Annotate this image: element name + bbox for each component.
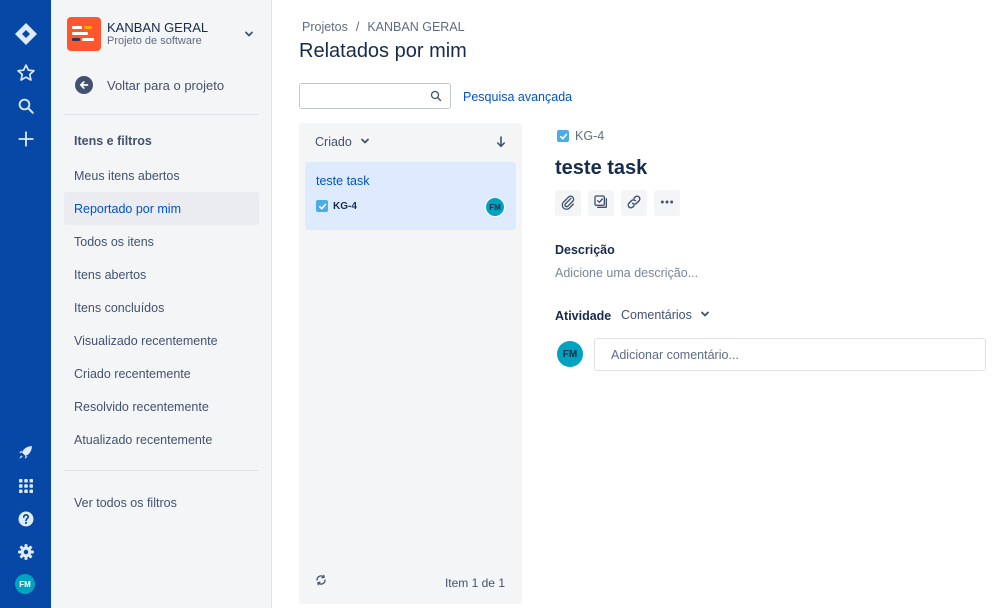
activity-filter-dropdown[interactable]: Comentários	[621, 308, 710, 322]
attach-button[interactable]	[555, 190, 581, 216]
project-sidebar: KANBAN GERAL Projeto de software Voltar …	[51, 0, 272, 608]
search-field	[299, 83, 451, 109]
sidebar-item-created-recently[interactable]: Criado recentemente	[64, 357, 259, 390]
sidebar-item-viewed-recently[interactable]: Visualizado recentemente	[64, 324, 259, 357]
section-title: Itens e filtros	[74, 134, 152, 148]
more-icon	[659, 194, 675, 213]
global-nav: FM	[0, 0, 51, 608]
sidebar-item-reported-by-me[interactable]: Reportado por mim	[64, 192, 259, 225]
view-all-filters-link[interactable]: Ver todos os filtros	[74, 496, 177, 510]
sidebar-item-my-open-issues[interactable]: Meus itens abertos	[64, 159, 259, 192]
filter-list: Meus itens abertos Reportado por mim Tod…	[64, 159, 259, 456]
sidebar-item-open-issues[interactable]: Itens abertos	[64, 258, 259, 291]
issue-list-panel: Criado teste task KG-4 FM Item 1 de 1	[299, 123, 522, 604]
chevron-down-icon	[360, 135, 370, 149]
task-type-icon	[316, 200, 328, 212]
sidebar-item-done-issues[interactable]: Itens concluídos	[64, 291, 259, 324]
issue-key: KG-4	[333, 200, 357, 212]
sort-field-dropdown[interactable]: Criado	[315, 135, 370, 149]
sort-field-label: Criado	[315, 135, 352, 149]
link-issue-button[interactable]	[621, 190, 647, 216]
project-type: Projeto de software	[107, 35, 202, 48]
list-item[interactable]: teste task KG-4 FM	[305, 162, 516, 230]
breadcrumb-item-project[interactable]: KANBAN GERAL	[367, 20, 464, 34]
attach-icon	[560, 194, 576, 213]
star-icon[interactable]	[10, 57, 41, 88]
back-label: Voltar para o projeto	[107, 77, 225, 93]
back-to-project-link[interactable]: Voltar para o projeto	[75, 74, 224, 96]
issue-title[interactable]: teste task	[555, 157, 647, 180]
avatar: FM	[557, 341, 583, 367]
search-input[interactable]	[306, 88, 424, 104]
sidebar-item-resolved-recently[interactable]: Resolvido recentemente	[64, 390, 259, 423]
chevron-down-icon	[700, 308, 710, 322]
issue-summary: teste task	[316, 174, 370, 188]
sort-direction-arrow-down-icon[interactable]	[496, 136, 506, 151]
arrow-left-icon	[75, 76, 93, 94]
sidebar-item-all-issues[interactable]: Todos os itens	[64, 225, 259, 258]
plus-icon[interactable]	[10, 123, 41, 154]
page-title: Relatados por mim	[299, 40, 467, 62]
pagination-text: Item 1 de 1	[444, 576, 505, 590]
refresh-icon[interactable]	[315, 574, 327, 589]
task-type-icon	[557, 130, 569, 142]
activity-filter-label: Comentários	[621, 308, 692, 322]
assignee-avatar: FM	[485, 197, 505, 217]
comment-field	[594, 338, 986, 371]
search-icon[interactable]	[10, 90, 41, 121]
create-subtask-button[interactable]	[588, 190, 614, 216]
chevron-down-icon	[241, 26, 257, 42]
sidebar-divider	[64, 114, 259, 115]
advanced-search-link[interactable]: Pesquisa avançada	[463, 90, 572, 104]
sidebar-item-updated-recently[interactable]: Atualizado recentemente	[64, 423, 259, 456]
issue-key: KG-4	[575, 129, 605, 143]
project-logo-icon	[67, 17, 101, 51]
app-switcher-icon[interactable]	[10, 470, 41, 501]
jira-logo-icon[interactable]	[10, 18, 41, 49]
settings-icon[interactable]	[10, 536, 41, 567]
breadcrumb: Projetos / KANBAN GERAL	[302, 20, 465, 34]
description-label: Descrição	[555, 243, 615, 257]
issue-key-breadcrumb[interactable]: KG-4	[557, 129, 604, 143]
sidebar-divider	[64, 470, 259, 471]
help-icon[interactable]	[10, 503, 41, 534]
subtask-icon	[593, 194, 609, 213]
breadcrumb-item-projects[interactable]: Projetos	[302, 20, 348, 34]
description-field[interactable]: Adicione uma descrição...	[555, 266, 698, 280]
link-icon	[626, 194, 642, 213]
breadcrumb-separator: /	[355, 20, 360, 34]
comment-input[interactable]	[611, 347, 971, 363]
project-switcher[interactable]: KANBAN GERAL Projeto de software	[67, 16, 257, 52]
issue-toolbar	[555, 190, 680, 216]
user-avatar[interactable]: FM	[15, 574, 35, 594]
search-icon[interactable]	[430, 90, 442, 105]
activity-label: Atividade	[555, 309, 612, 323]
more-actions-button[interactable]	[654, 190, 680, 216]
project-name: KANBAN GERAL	[107, 19, 209, 35]
rocket-icon[interactable]	[10, 437, 41, 468]
